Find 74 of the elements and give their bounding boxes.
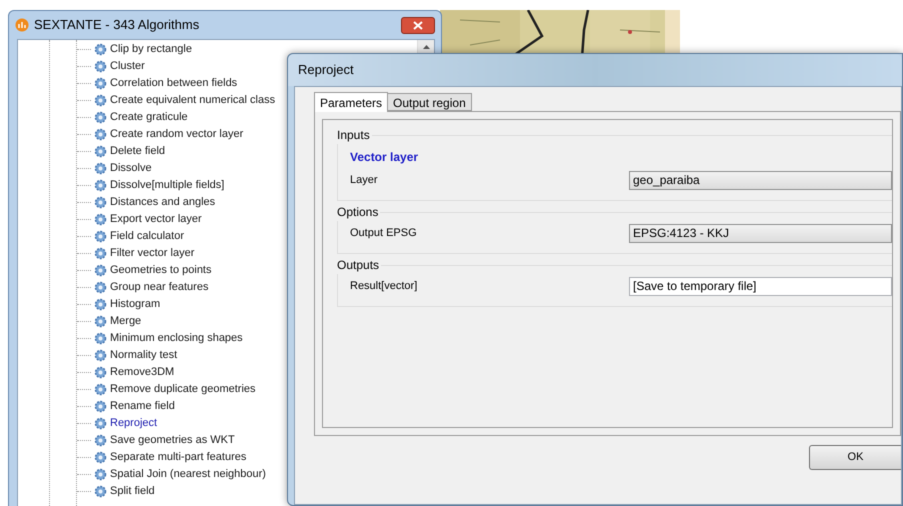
gear-icon bbox=[94, 94, 107, 107]
tree-item[interactable]: Save geometries as WKT bbox=[110, 432, 235, 449]
tree-item[interactable]: Geometries to points bbox=[110, 262, 212, 279]
field-label: Output EPSG bbox=[350, 226, 418, 241]
tree-item[interactable]: Create graticule bbox=[110, 109, 188, 126]
tree-item[interactable]: Reproject bbox=[110, 415, 158, 432]
ok-button[interactable]: OK bbox=[809, 445, 901, 470]
gear-icon bbox=[94, 196, 107, 209]
input-field[interactable]: [Save to temporary file] bbox=[629, 276, 892, 296]
gear-icon bbox=[94, 60, 107, 73]
gear-icon bbox=[94, 230, 107, 243]
gear-icon bbox=[94, 485, 107, 498]
dropdown[interactable]: EPSG:4123 - KKJ bbox=[629, 224, 892, 242]
gear-icon bbox=[94, 43, 107, 56]
tree-item[interactable]: Distances and angles bbox=[110, 194, 216, 211]
gear-icon bbox=[94, 281, 107, 294]
dialog-title: Reproject bbox=[298, 61, 354, 80]
gear-icon bbox=[94, 315, 107, 328]
section-heading: Vector layer bbox=[350, 149, 420, 166]
window-title: SEXTANTE - 343 Algorithms bbox=[34, 16, 200, 34]
app-logo-icon bbox=[15, 18, 29, 32]
tree-item[interactable]: Remove duplicate geometries bbox=[110, 381, 256, 398]
tree-item[interactable]: Cluster bbox=[110, 58, 145, 75]
gear-icon bbox=[94, 366, 107, 379]
tree-item[interactable]: Create random vector layer bbox=[110, 126, 244, 143]
tree-item[interactable]: Separate multi-part features bbox=[110, 449, 246, 466]
gear-icon bbox=[94, 468, 107, 481]
gear-icon bbox=[94, 179, 107, 192]
gear-icon bbox=[94, 145, 107, 158]
tree-item[interactable]: Rename field bbox=[110, 398, 175, 415]
gear-icon bbox=[94, 213, 107, 226]
field-label: Layer bbox=[350, 172, 379, 188]
gear-icon bbox=[94, 247, 107, 260]
tree-item[interactable]: Group near features bbox=[110, 279, 208, 296]
gear-icon bbox=[94, 162, 107, 175]
tree-item[interactable]: Filter vector layer bbox=[110, 245, 194, 262]
group-title: Options bbox=[337, 204, 378, 221]
gear-icon bbox=[94, 111, 107, 124]
gear-icon bbox=[94, 77, 107, 90]
gear-icon bbox=[94, 128, 107, 141]
tree-item[interactable]: Field calculator bbox=[110, 228, 184, 245]
tree-item[interactable]: Split field bbox=[110, 483, 155, 500]
gear-icon bbox=[94, 400, 107, 413]
group-title: Inputs bbox=[337, 127, 370, 144]
tree-item[interactable]: Dissolve bbox=[110, 160, 152, 177]
close-button[interactable] bbox=[401, 16, 435, 34]
tree-item[interactable]: Dissolve[multiple fields] bbox=[110, 177, 224, 194]
gear-icon bbox=[94, 417, 107, 430]
tree-item[interactable]: Spatial Join (nearest neighbour) bbox=[110, 466, 266, 483]
scroll-up-button[interactable] bbox=[417, 40, 434, 54]
gear-icon bbox=[94, 434, 107, 447]
dropdown[interactable]: geo_paraiba bbox=[629, 170, 892, 190]
tree-item[interactable]: Remove3DM bbox=[110, 364, 174, 381]
tree-item[interactable]: Histogram bbox=[110, 296, 160, 313]
tree-item[interactable]: Clip by rectangle bbox=[110, 41, 192, 58]
tree-item[interactable]: Minimum enclosing shapes bbox=[110, 330, 243, 347]
tab[interactable]: Parameters bbox=[314, 92, 388, 112]
gear-icon bbox=[94, 451, 107, 464]
tree-item[interactable]: Delete field bbox=[110, 143, 166, 160]
tree-item[interactable]: Create equivalent numerical class bbox=[110, 92, 276, 109]
group-title: Outputs bbox=[337, 257, 380, 274]
field-label: Result[vector] bbox=[350, 278, 418, 294]
tree-item[interactable]: Correlation between fields bbox=[110, 75, 238, 92]
tab[interactable]: Output region bbox=[388, 93, 472, 111]
close-icon bbox=[413, 20, 423, 30]
gear-icon bbox=[94, 332, 107, 345]
gear-icon bbox=[94, 349, 107, 362]
gear-icon bbox=[94, 383, 107, 396]
gear-icon bbox=[94, 264, 107, 277]
gear-icon bbox=[94, 298, 107, 311]
scroll-up-icon bbox=[422, 44, 430, 50]
tree-item[interactable]: Export vector layer bbox=[110, 211, 202, 228]
tree-item[interactable]: Merge bbox=[110, 313, 142, 330]
tree-item[interactable]: Normality test bbox=[110, 347, 178, 364]
